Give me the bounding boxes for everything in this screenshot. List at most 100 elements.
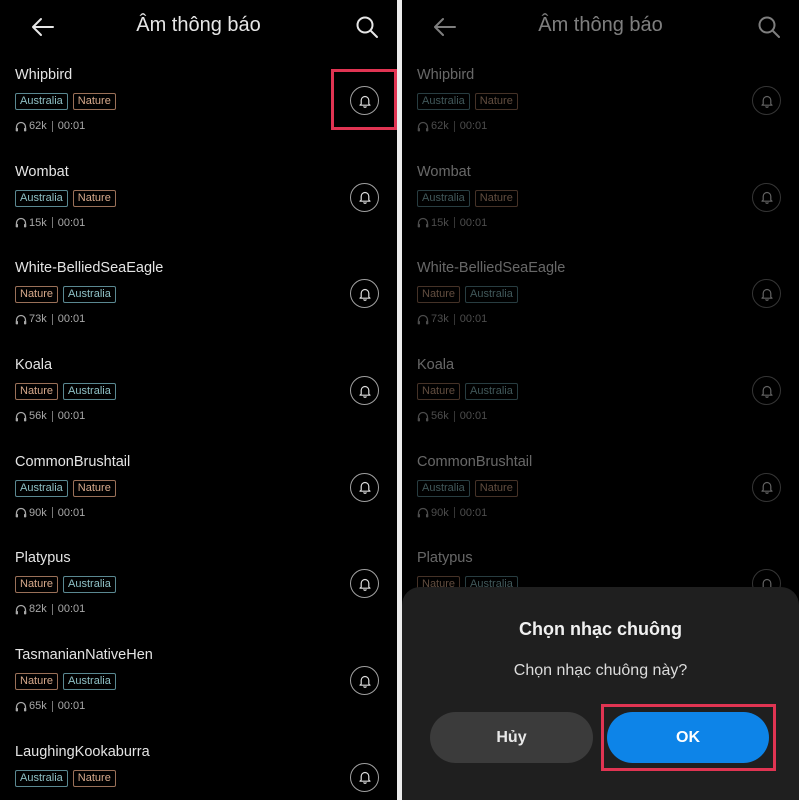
ringtone-item[interactable]: Platypus NatureAustralia 82k 00:01 [0, 545, 397, 642]
meta-separator [453, 217, 455, 229]
search-icon[interactable] [757, 15, 781, 39]
meta-separator [453, 507, 455, 519]
tag-australia: Australia [63, 673, 116, 691]
duration: 00:01 [459, 313, 488, 326]
tag-australia: Australia [465, 286, 518, 304]
set-ringtone-bell-button[interactable] [350, 279, 379, 309]
set-ringtone-bell-button[interactable] [752, 376, 781, 406]
tag-group: AustraliaNature [15, 189, 116, 207]
meta-separator [51, 120, 53, 132]
ringtone-item[interactable]: Whipbird Australia Nature 62k 00:01 [402, 62, 799, 159]
set-ringtone-bell-button[interactable] [752, 86, 781, 115]
ringtone-meta: 56k 00:01 [417, 410, 487, 422]
dialog-message: Chọn nhạc chuông này? [513, 662, 688, 679]
ringtone-meta: 82k 00:01 [15, 603, 85, 615]
set-ringtone-bell-button[interactable] [752, 472, 781, 502]
ringtone-name: Wombat [417, 163, 471, 180]
page-title: Âm thông báo [538, 14, 663, 36]
ringtone-meta: 73k 00:01 [417, 313, 487, 325]
tag-nature: Nature [417, 383, 461, 401]
meta-separator [453, 313, 455, 325]
set-ringtone-bell-button[interactable] [350, 762, 379, 792]
set-ringtone-bell-button[interactable] [752, 279, 781, 309]
ringtone-item[interactable]: TasmanianNativeHen NatureAustralia 65k 00:0… [0, 642, 397, 739]
right-screen: Âm thông báo Whipbird Australia Nature 62k 0… [402, 0, 799, 800]
meta-separator [51, 700, 53, 712]
headphone-icon [15, 411, 27, 421]
tag-nature: Nature [72, 479, 116, 497]
ringtone-name: TasmanianNativeHen [15, 647, 153, 664]
set-ringtone-bell-button[interactable] [350, 376, 379, 406]
tag-group: AustraliaNature [417, 93, 518, 110]
confirm-dialog: Chọn nhạc chuông Chọn nhạc chuông này? H… [402, 587, 799, 800]
ringtone-item[interactable]: LaughingKookaburra AustraliaNature [0, 739, 397, 800]
ringtone-meta: 62k 00:01 [417, 120, 487, 132]
ringtone-name: CommonBrushtail [15, 453, 131, 470]
play-count: 73k [431, 313, 449, 326]
ringtone-meta: 90k 00:01 [417, 507, 487, 519]
play-count: 15k [431, 216, 449, 229]
tag-group: AustraliaNature [15, 93, 116, 110]
set-ringtone-bell-button[interactable] [350, 472, 379, 502]
tag-nature: Nature [72, 189, 116, 207]
tag-australia: Australia [63, 576, 116, 594]
play-count: 56k [29, 410, 47, 423]
tag-group: NatureAustralia [15, 383, 116, 401]
headphone-icon [15, 701, 27, 712]
ringtone-meta: 90k 00:01 [15, 507, 85, 519]
tag-group: NatureAustralia [417, 286, 518, 304]
play-count: 15k [29, 216, 47, 229]
tag-group: AustraliaNature [417, 189, 518, 207]
headphone-icon [15, 508, 27, 518]
ringtone-item[interactable]: Wombat Australia Nature 15k 00:01 [0, 159, 397, 256]
tag-australia: Australia [15, 769, 68, 787]
bell-icon [760, 94, 774, 108]
tag-nature: Nature [15, 673, 59, 691]
ringtone-item[interactable]: CommonBrushtail Australia Nature 90k 00:01 [402, 449, 799, 546]
tag-nature: Nature [474, 479, 518, 497]
ringtone-name: Koala [417, 357, 455, 374]
ringtone-name: Wombat [15, 163, 69, 180]
tag-australia: Australia [417, 479, 470, 497]
headphone-icon [417, 314, 429, 325]
dialog-title: Chọn nhạc chuông [519, 619, 682, 639]
bell-icon [358, 287, 372, 301]
duration: 00:01 [57, 216, 86, 229]
ringtone-item[interactable]: Koala Nature Australia 56k 00:01 [0, 352, 397, 449]
meta-separator [51, 507, 53, 519]
headphone-icon [417, 508, 429, 518]
bell-icon [760, 480, 774, 495]
play-count: 73k [29, 313, 47, 326]
search-icon[interactable] [355, 15, 379, 39]
cancel-button[interactable]: Hủy [430, 712, 593, 763]
bell-icon [358, 770, 372, 785]
left-screen: Âm thông báo Whipbird Australia Nature 62k 0… [0, 0, 397, 800]
headphone-icon [417, 121, 429, 131]
play-count: 90k [29, 506, 47, 519]
headphone-icon [15, 314, 27, 325]
bell-icon [358, 190, 372, 205]
tag-australia: Australia [465, 383, 518, 401]
tag-group: NatureAustralia [15, 286, 116, 304]
set-ringtone-bell-button[interactable] [350, 569, 379, 599]
tag-australia: Australia [15, 479, 68, 497]
tag-group: NatureAustralia [417, 383, 518, 401]
duration: 00:01 [57, 313, 86, 326]
tag-australia: Australia [63, 286, 116, 304]
bell-icon [358, 674, 372, 688]
ringtone-item[interactable]: Koala Nature Australia 56k 00:01 [402, 352, 799, 449]
tag-nature: Nature [474, 93, 518, 110]
ringtone-item[interactable]: White-BelliedSeaEagle Nature Australia 73k 0… [0, 255, 397, 352]
duration: 00:01 [459, 120, 488, 132]
ringtone-meta: 73k 00:01 [15, 313, 85, 325]
ringtone-item[interactable]: CommonBrushtail Australia Nature 90k 00:01 [0, 449, 397, 546]
duration: 00:01 [459, 506, 488, 519]
play-count: 56k [431, 410, 449, 423]
duration: 00:01 [459, 216, 488, 229]
set-ringtone-bell-button[interactable] [350, 182, 379, 212]
tag-nature: Nature [72, 93, 116, 110]
ringtone-item[interactable]: Wombat Australia Nature 15k 00:01 [402, 159, 799, 256]
set-ringtone-bell-button[interactable] [350, 666, 379, 696]
set-ringtone-bell-button[interactable] [752, 182, 781, 212]
ringtone-item[interactable]: White-BelliedSeaEagle Nature Australia 73k 0… [402, 255, 799, 352]
